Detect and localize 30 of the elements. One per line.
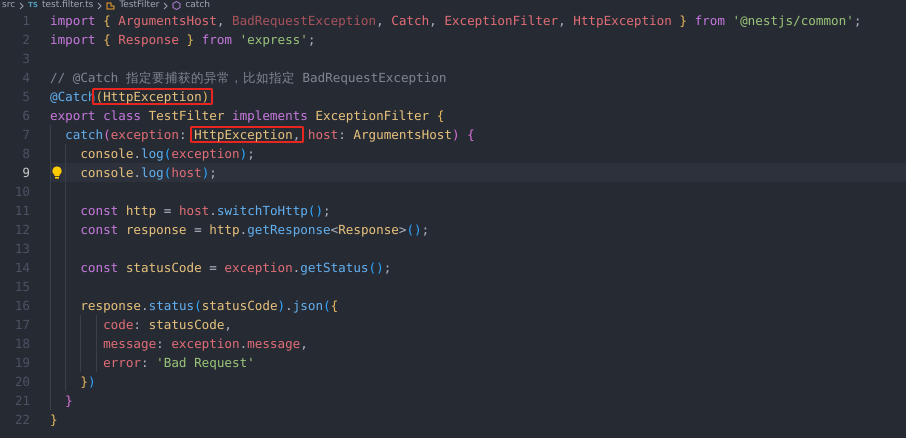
code-line: } [50,411,58,429]
code-line: }) [80,373,96,391]
code-line: catch(exception: [65,126,188,144]
code-line: code: statusCode, [103,316,232,334]
chevron-icon [19,2,24,10]
code-line: error: 'Bad Request' [103,354,255,372]
highlighted-code: HttpException, [190,126,304,143]
chevron-icon [97,2,102,10]
code-line: } [65,392,73,410]
code-line: const http = host.switchToHttp(); [80,202,331,220]
lightbulb-icon[interactable] [52,166,62,179]
code-line: response.status(statusCode).json({ [80,297,338,315]
cube-icon [172,1,182,10]
code-line: console.log(host); [80,164,217,182]
code-line: import { ArgumentsHost, BadRequestException, Catch, ExceptionFilter, HttpException } from '@nestjs/common'; [50,12,862,30]
code-line: import { Response } from 'express'; [50,31,316,49]
line-number: 9 [21,165,30,180]
code-line: const statusCode = exception.getStatus(); [80,259,392,277]
class-icon [106,1,116,10]
chevron-icon [163,2,168,10]
breadcrumb-item[interactable]: src [2,0,16,11]
breadcrumb-item[interactable]: catch [185,0,210,11]
code-line: export class TestFilter implements ExceptionFilter { [50,107,444,125]
code-line: host: ArgumentsHost) { [306,126,475,144]
code-line: message: exception.message, [103,335,308,353]
code-line: // @Catch 指定要捕获的异常，比如指定 BadRequestException [50,69,446,87]
code-line: console.log(exception); [80,145,255,163]
code-line: const response = http.getResponse<Response>(); [80,221,430,239]
breadcrumb-item[interactable]: test.filter.ts [42,0,94,11]
breadcrumb-item[interactable]: TestFilter [119,0,160,11]
